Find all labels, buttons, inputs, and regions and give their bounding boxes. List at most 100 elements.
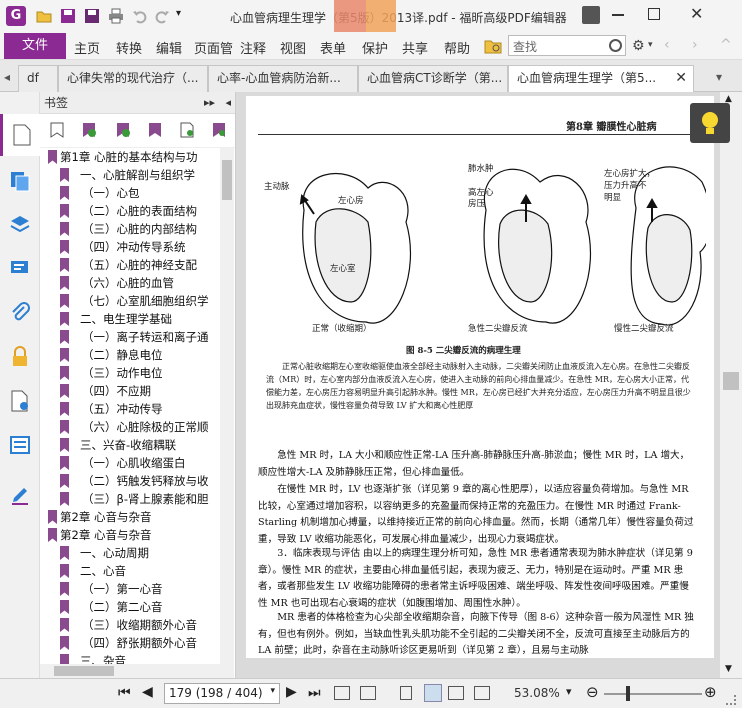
tab-scroll-left-icon[interactable]: ◂	[4, 70, 10, 84]
menu-form[interactable]: 表单	[320, 38, 346, 57]
bookmark-item[interactable]: （二）静息电位	[40, 346, 218, 364]
zoom-out-icon[interactable]: ⊖	[586, 683, 599, 701]
bookmark-item[interactable]: （二）第二心音	[40, 598, 218, 616]
undo-icon[interactable]	[132, 8, 148, 24]
bookmark-item[interactable]: （七）心室肌细胞组织学	[40, 292, 218, 310]
bookmark-item[interactable]: 二、心音	[40, 562, 218, 580]
menu-home[interactable]: 主页	[74, 38, 100, 57]
bookmark-item[interactable]: （三）β-肾上腺素能和胆	[40, 490, 218, 508]
bookmark-item[interactable]: 一、心脏解剖与组织学	[40, 166, 218, 184]
restore-icon[interactable]	[648, 8, 660, 20]
bookmark-item[interactable]: （五）冲动传导	[40, 400, 218, 418]
zoom-dropdown-icon[interactable]: ▾	[566, 685, 572, 698]
comments-icon[interactable]	[9, 258, 31, 280]
bookmark-item[interactable]: 一、心动周期	[40, 544, 218, 562]
page-dropdown-icon[interactable]: ▾	[270, 686, 275, 696]
bookmark-item[interactable]: 第1章 心脏的基本结构与功	[40, 148, 218, 166]
back-icon[interactable]: ‹	[664, 37, 670, 53]
bookmark-item[interactable]: （三）心脏的内部结构	[40, 220, 218, 238]
new-bookmark-page-icon[interactable]	[180, 122, 194, 138]
delete-bookmark-icon[interactable]	[50, 122, 64, 138]
last-page-icon[interactable]: ⏭	[308, 685, 321, 701]
collapse-panel-icon[interactable]: ◂	[225, 92, 231, 114]
bookmark-item[interactable]: （四）不应期	[40, 382, 218, 400]
save-as-icon[interactable]	[84, 8, 100, 24]
scrollbar-thumb[interactable]	[54, 666, 114, 676]
collapse-ribbon-icon[interactable]: ^	[720, 37, 732, 53]
lightbulb-tips-icon[interactable]	[690, 103, 730, 143]
minimize-icon[interactable]	[612, 14, 624, 16]
bookmark-item[interactable]: 第2章 心音与杂音	[40, 526, 218, 544]
document-properties-icon[interactable]	[9, 390, 31, 412]
bookmark-item[interactable]: （五）心脏的神经支配	[40, 256, 218, 274]
tab-list-icon[interactable]: ▾	[716, 70, 722, 84]
find-folder-icon[interactable]	[484, 38, 502, 54]
save-icon[interactable]	[60, 8, 76, 24]
resize-grip-icon[interactable]	[726, 695, 736, 705]
menu-edit[interactable]: 编辑	[156, 38, 182, 57]
tab-close-icon[interactable]: ✕	[675, 66, 687, 91]
zoom-slider[interactable]	[604, 686, 702, 701]
bookmark-item[interactable]: （四）冲动传导系统	[40, 238, 218, 256]
previous-page-icon[interactable]: ◀	[142, 684, 153, 700]
tab-document-5-active[interactable]: 心血管病理生理学（第5... ✕	[508, 65, 694, 93]
bookmark-item[interactable]: 三、杂音	[40, 652, 218, 664]
bookmark-item[interactable]: （二）钙触发钙释放与收	[40, 472, 218, 490]
continuous-page-view-icon-active[interactable]	[424, 684, 442, 702]
security-lock-icon[interactable]	[9, 346, 31, 368]
document-viewport[interactable]: 第8章 瓣膜性心脏病 主动脉 左心房 左心室 肺水肿 高左心 房压 左心房扩大，…	[236, 92, 742, 678]
bookmark-item[interactable]: （六）心脏的血管	[40, 274, 218, 292]
scroll-down-icon[interactable]: ▼	[725, 664, 732, 674]
menu-annotate[interactable]: 注释	[240, 38, 266, 57]
expand-panel-icon[interactable]: ▸▸	[204, 92, 215, 114]
document-vertical-scrollbar[interactable]: ▲ ▼	[720, 92, 742, 678]
tab-document-4[interactable]: 心血管病CT诊断学（第...	[358, 65, 508, 92]
tab-document-3[interactable]: 心率-心血管病防治新...	[208, 65, 358, 92]
close-window-icon[interactable]: ✕	[690, 4, 703, 23]
scrollbar-thumb[interactable]	[723, 372, 739, 390]
menu-protect[interactable]: 保护	[362, 38, 388, 57]
bookmark-item[interactable]: （六）心脏除极的正常顺	[40, 418, 218, 436]
tab-document-1[interactable]: df	[18, 65, 58, 92]
menu-share[interactable]: 共享	[402, 38, 428, 57]
bookmark-properties-icon[interactable]	[212, 122, 226, 138]
bookmark-item[interactable]: （四）舒张期额外心音	[40, 634, 218, 652]
attachments-paperclip-icon[interactable]	[9, 302, 31, 324]
search-input[interactable]: 查找	[508, 35, 626, 56]
scrollbar-thumb[interactable]	[222, 160, 232, 200]
settings-gear-icon[interactable]: ⚙	[632, 38, 645, 54]
first-page-icon[interactable]: ⏮	[118, 685, 131, 701]
menu-page-manage[interactable]: 页面管	[194, 38, 240, 57]
file-menu-button[interactable]: 文件	[4, 33, 66, 59]
search-icon[interactable]	[609, 39, 622, 52]
bookmark-expand-icon[interactable]	[148, 122, 162, 138]
bookmarks-nav-tab[interactable]	[0, 114, 40, 156]
settings-dropdown-icon[interactable]: ▾	[648, 40, 653, 50]
redo-icon[interactable]	[154, 8, 170, 24]
tab-document-2[interactable]: 心律失常的现代治疗（...	[58, 65, 208, 92]
facing-view-icon[interactable]	[448, 686, 464, 700]
open-folder-icon[interactable]	[36, 8, 52, 24]
bookmark-item[interactable]: （一）心包	[40, 184, 218, 202]
customize-toolbar-icon[interactable]: ▾	[176, 8, 192, 24]
page-number-input[interactable]: 179 (198 / 404) ▾	[164, 683, 280, 704]
bookmark-item[interactable]: 三、兴奋-收缩耦联	[40, 436, 218, 454]
next-page-icon[interactable]: ▶	[286, 684, 297, 700]
form-fields-icon[interactable]	[9, 434, 31, 456]
bookmark-item[interactable]: 二、电生理学基础	[40, 310, 218, 328]
bookmark-item[interactable]: （一）第一心音	[40, 580, 218, 598]
bookmark-item[interactable]: （一）离子转运和离子通	[40, 328, 218, 346]
bookmark-item[interactable]: （一）心肌收缩蛋白	[40, 454, 218, 472]
bookmark-item[interactable]: （三）动作电位	[40, 364, 218, 382]
continuous-view-icon[interactable]	[360, 686, 376, 700]
bookmark-item[interactable]: 第2章 心音与杂音	[40, 508, 218, 526]
zoom-slider-thumb[interactable]	[626, 686, 630, 701]
single-page-view-icon[interactable]	[334, 686, 350, 700]
forward-icon[interactable]: ›	[692, 37, 698, 53]
signature-pen-icon[interactable]	[9, 484, 31, 506]
menu-convert[interactable]: 转换	[116, 38, 142, 57]
user-avatar-icon[interactable]	[582, 6, 600, 24]
layers-icon[interactable]	[9, 214, 31, 236]
pages-thumbnail-icon[interactable]	[9, 170, 31, 192]
continuous-facing-view-icon[interactable]	[474, 686, 490, 700]
